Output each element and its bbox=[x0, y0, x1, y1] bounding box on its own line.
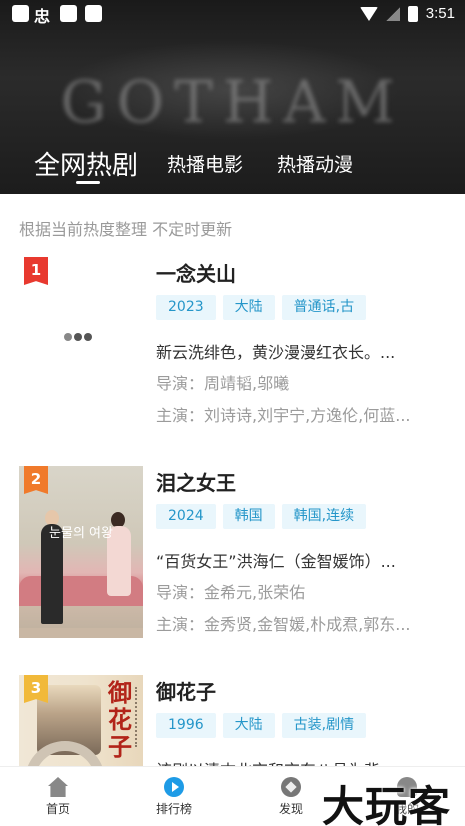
item-title[interactable]: 一念关山 bbox=[156, 258, 236, 287]
tag-genre: 韩国,连续 bbox=[281, 504, 367, 529]
ranking-icon bbox=[164, 777, 184, 797]
tab-movies[interactable]: 热播电影 bbox=[167, 150, 243, 177]
notification-icon bbox=[85, 5, 102, 22]
tab-anime[interactable]: 热播动漫 bbox=[277, 150, 353, 177]
item-title[interactable]: 泪之女王 bbox=[156, 467, 236, 496]
tag-year: 2023 bbox=[156, 295, 216, 320]
loading-indicator-icon bbox=[64, 333, 92, 341]
status-time: 3:51 bbox=[425, 5, 455, 22]
wifi-icon bbox=[359, 6, 378, 21]
item-cast: 主演：金秀贤,金智媛,朴成焄,郭东... bbox=[156, 615, 411, 634]
item-tags: 1996 大陆 古装,剧情 bbox=[156, 713, 367, 738]
tag-region: 大陆 bbox=[222, 713, 275, 738]
poster-title-text: 御花子 bbox=[108, 678, 132, 761]
list-subtitle: 根据当前热度整理 不定时更新 bbox=[19, 220, 233, 239]
tag-year: 1996 bbox=[156, 713, 216, 738]
poster-art bbox=[135, 687, 141, 747]
battery-icon bbox=[407, 5, 418, 22]
item-tags: 2024 韩国 韩国,连续 bbox=[156, 504, 367, 529]
poster-loading[interactable] bbox=[19, 257, 143, 429]
poster-image[interactable]: 눈물의 여왕 bbox=[19, 466, 143, 638]
list-item[interactable]: 눈물의 여왕 2 泪之女王 2024 韩国 韩国,连续 “百货女王”洪海仁（金智… bbox=[0, 466, 465, 656]
nav-home[interactable]: 首页 bbox=[23, 777, 93, 817]
item-director: 导演：周靖韬,邬曦 bbox=[156, 374, 290, 393]
rank-badge: 1 bbox=[24, 257, 48, 285]
nav-label: 首页 bbox=[45, 802, 70, 816]
status-bar: 忠 3:51 bbox=[0, 0, 465, 28]
discover-icon bbox=[281, 777, 301, 797]
tag-region: 韩国 bbox=[222, 504, 275, 529]
active-tab-indicator bbox=[76, 181, 100, 184]
tag-genre: 古装,剧情 bbox=[281, 713, 367, 738]
poster-art bbox=[19, 628, 143, 638]
item-director: 导演：金希元,张荣佑 bbox=[156, 583, 306, 602]
signal-icon bbox=[385, 6, 400, 21]
banner-background-text: GOTHAM bbox=[60, 68, 405, 136]
nav-label: 发现 bbox=[278, 802, 303, 816]
home-icon bbox=[48, 777, 68, 797]
nav-ranking[interactable]: 排行榜 bbox=[139, 777, 209, 817]
item-title[interactable]: 御花子 bbox=[156, 676, 216, 705]
tag-region: 大陆 bbox=[222, 295, 275, 320]
tag-genre: 普通话,古 bbox=[281, 295, 367, 320]
tab-tv-series[interactable]: 全网热剧 bbox=[34, 145, 138, 182]
item-description: 新云洗绯色，黄沙漫漫红衣长。... bbox=[156, 343, 396, 362]
category-tabs: 全网热剧 热播电影 热播动漫 bbox=[0, 143, 465, 187]
rank-badge: 3 bbox=[24, 675, 48, 703]
status-glyph: 忠 bbox=[34, 7, 51, 26]
status-right: 3:51 bbox=[359, 5, 455, 22]
item-cast: 主演：刘诗诗,刘宇宁,方逸伦,何蓝... bbox=[156, 406, 411, 425]
notification-icon bbox=[60, 5, 77, 22]
nav-label: 排行榜 bbox=[155, 802, 192, 816]
item-tags: 2023 大陆 普通话,古 bbox=[156, 295, 367, 320]
notification-icon bbox=[12, 5, 29, 22]
rank-badge: 2 bbox=[24, 466, 48, 494]
nav-discover[interactable]: 发现 bbox=[256, 777, 326, 817]
poster-title-text: 눈물의 여왕 bbox=[49, 526, 113, 541]
header-banner: GOTHAM 忠 3:51 全网热剧 热播电影 热播动漫 bbox=[0, 0, 465, 194]
list-item[interactable]: 1 一念关山 2023 大陆 普通话,古 新云洗绯色，黄沙漫漫红衣长。... 导… bbox=[0, 257, 465, 447]
watermark: 大玩客 bbox=[322, 782, 452, 826]
tag-year: 2024 bbox=[156, 504, 216, 529]
item-description: “百货女王”洪海仁（金智媛饰）... bbox=[156, 552, 396, 571]
